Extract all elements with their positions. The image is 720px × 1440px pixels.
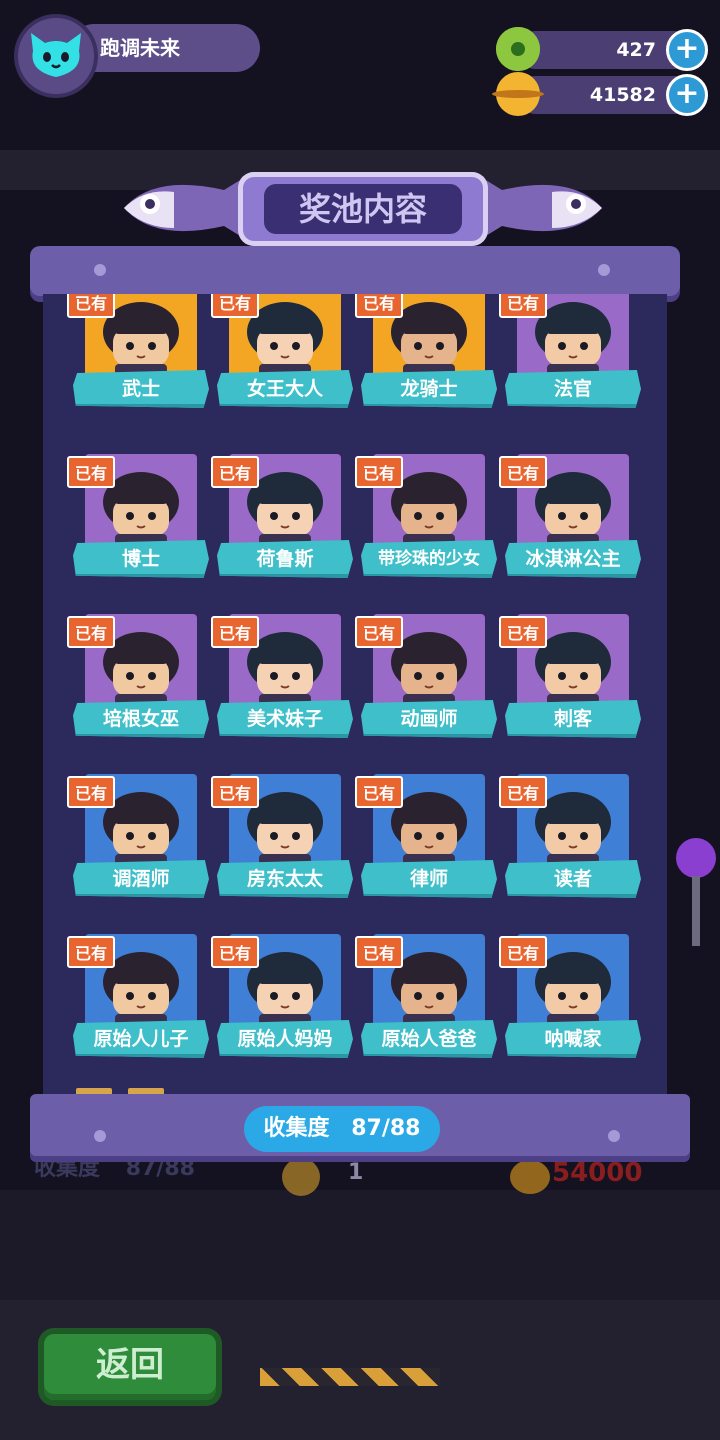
owned-badge: 已有	[355, 936, 404, 968]
character-name: 带珍珠的少女	[361, 540, 497, 578]
character-card[interactable]: 原始人儿子 已有	[67, 934, 209, 1064]
character-card[interactable]: 法官 已有	[499, 294, 641, 414]
character-card[interactable]: 冰淇淋公主 已有	[499, 454, 641, 584]
character-name: 原始人妈妈	[217, 1020, 353, 1058]
owned-badge: 已有	[499, 776, 548, 808]
character-name: 武士	[73, 370, 209, 408]
character-name: 冰淇淋公主	[505, 540, 641, 578]
owned-badge: 已有	[355, 776, 404, 808]
owned-badge: 已有	[499, 294, 548, 318]
character-name: 荷鲁斯	[217, 540, 353, 578]
character-name: 原始人爸爸	[361, 1020, 497, 1058]
donut-currency: 427 +	[496, 27, 708, 71]
owned-badge: 已有	[499, 456, 548, 488]
board-top-rail	[30, 246, 680, 296]
bg-coin-icon	[282, 1158, 320, 1196]
character-card[interactable]: 调酒师 已有	[67, 774, 209, 904]
bg-lower-panel	[0, 1190, 720, 1300]
character-card[interactable]: 带珍珠的少女 已有	[355, 454, 497, 584]
character-name: 动画师	[361, 700, 497, 738]
character-card[interactable]: 动画师 已有	[355, 614, 497, 744]
fish-decoration-left-icon	[124, 174, 250, 242]
owned-badge: 已有	[67, 456, 116, 488]
character-name: 美术妹子	[217, 700, 353, 738]
character-card[interactable]: 律师 已有	[355, 774, 497, 904]
owned-badge: 已有	[67, 776, 116, 808]
owned-badge: 已有	[211, 936, 260, 968]
character-card[interactable]: 呐喊家 已有	[499, 934, 641, 1064]
bg-stripe-hazard	[260, 1368, 440, 1386]
rivet-icon	[94, 1130, 106, 1142]
rivet-icon	[608, 1130, 620, 1142]
character-name: 读者	[505, 860, 641, 898]
collection-value: 87/88	[351, 1116, 421, 1141]
prize-pool-title: 奖池内容	[264, 184, 462, 234]
back-button[interactable]: 返回	[44, 1334, 216, 1400]
character-card[interactable]: 女王大人 已有	[211, 294, 353, 414]
character-card[interactable]: 龙骑士 已有	[355, 294, 497, 414]
owned-badge: 已有	[355, 616, 404, 648]
planet-coin-icon	[492, 72, 544, 116]
character-card[interactable]: 读者 已有	[499, 774, 641, 904]
character-name: 法官	[505, 370, 641, 408]
add-donut-button[interactable]: +	[666, 29, 708, 71]
character-name: 呐喊家	[505, 1020, 641, 1058]
character-card[interactable]: 博士 已有	[67, 454, 209, 584]
collection-progress: 收集度 87/88	[244, 1106, 440, 1152]
player-name: 跑调未来	[100, 36, 180, 60]
character-card[interactable]: 原始人妈妈 已有	[211, 934, 353, 1064]
character-card[interactable]: 培根女巫 已有	[67, 614, 209, 744]
character-card[interactable]: 武士 已有	[67, 294, 209, 414]
owned-badge: 已有	[67, 616, 116, 648]
character-name: 刺客	[505, 700, 641, 738]
character-card[interactable]: 美术妹子 已有	[211, 614, 353, 744]
owned-badge: 已有	[211, 456, 260, 488]
bg-lever-knob	[676, 838, 716, 878]
character-card[interactable]: 房东太太 已有	[211, 774, 353, 904]
collection-label: 收集度	[263, 1116, 330, 1141]
character-grid[interactable]: 武士 已有 女王大人 已有 龙骑士 已有 法官 已有 博士 已有 荷鲁斯 已有 带珍珠的少女 已有 冰淇淋公…	[43, 294, 667, 1094]
owned-badge: 已有	[355, 294, 404, 318]
donut-amount: 427	[616, 39, 656, 61]
owned-badge: 已有	[499, 936, 548, 968]
player-name-pill: 跑调未来	[70, 24, 260, 72]
rivet-icon	[598, 264, 610, 276]
bg-collection-ghost-value: 87/88	[125, 1156, 195, 1181]
prize-pool-title-banner: 奖池内容	[238, 172, 488, 246]
owned-badge: 已有	[211, 616, 260, 648]
coin-currency: 41582 +	[492, 72, 708, 116]
character-name: 原始人儿子	[73, 1020, 209, 1058]
character-name: 培根女巫	[73, 700, 209, 738]
bg-price: 54000	[552, 1158, 643, 1188]
character-name: 女王大人	[217, 370, 353, 408]
owned-badge: 已有	[67, 294, 116, 318]
bg-planet-icon	[510, 1160, 550, 1194]
character-name: 龙骑士	[361, 370, 497, 408]
character-name: 博士	[73, 540, 209, 578]
rivet-icon	[94, 264, 106, 276]
owned-badge: 已有	[67, 936, 116, 968]
owned-badge: 已有	[355, 456, 404, 488]
character-name: 律师	[361, 860, 497, 898]
bg-collection-ghost-label: 收集度	[34, 1156, 101, 1181]
character-card[interactable]: 荷鲁斯 已有	[211, 454, 353, 584]
player-avatar[interactable]	[14, 14, 98, 98]
owned-badge: 已有	[211, 294, 260, 318]
add-coin-button[interactable]: +	[666, 74, 708, 116]
bg-lever-stick	[692, 876, 700, 946]
character-card[interactable]: 原始人爸爸 已有	[355, 934, 497, 1064]
coin-amount: 41582	[589, 84, 656, 106]
character-name: 房东太太	[217, 860, 353, 898]
character-name: 调酒师	[73, 860, 209, 898]
character-card[interactable]: 刺客 已有	[499, 614, 641, 744]
donut-icon	[496, 27, 540, 71]
owned-badge: 已有	[499, 616, 548, 648]
fish-decoration-right-icon	[476, 174, 602, 242]
owned-badge: 已有	[211, 776, 260, 808]
bg-count: 1	[348, 1160, 364, 1185]
cat-avatar-icon	[31, 33, 81, 77]
